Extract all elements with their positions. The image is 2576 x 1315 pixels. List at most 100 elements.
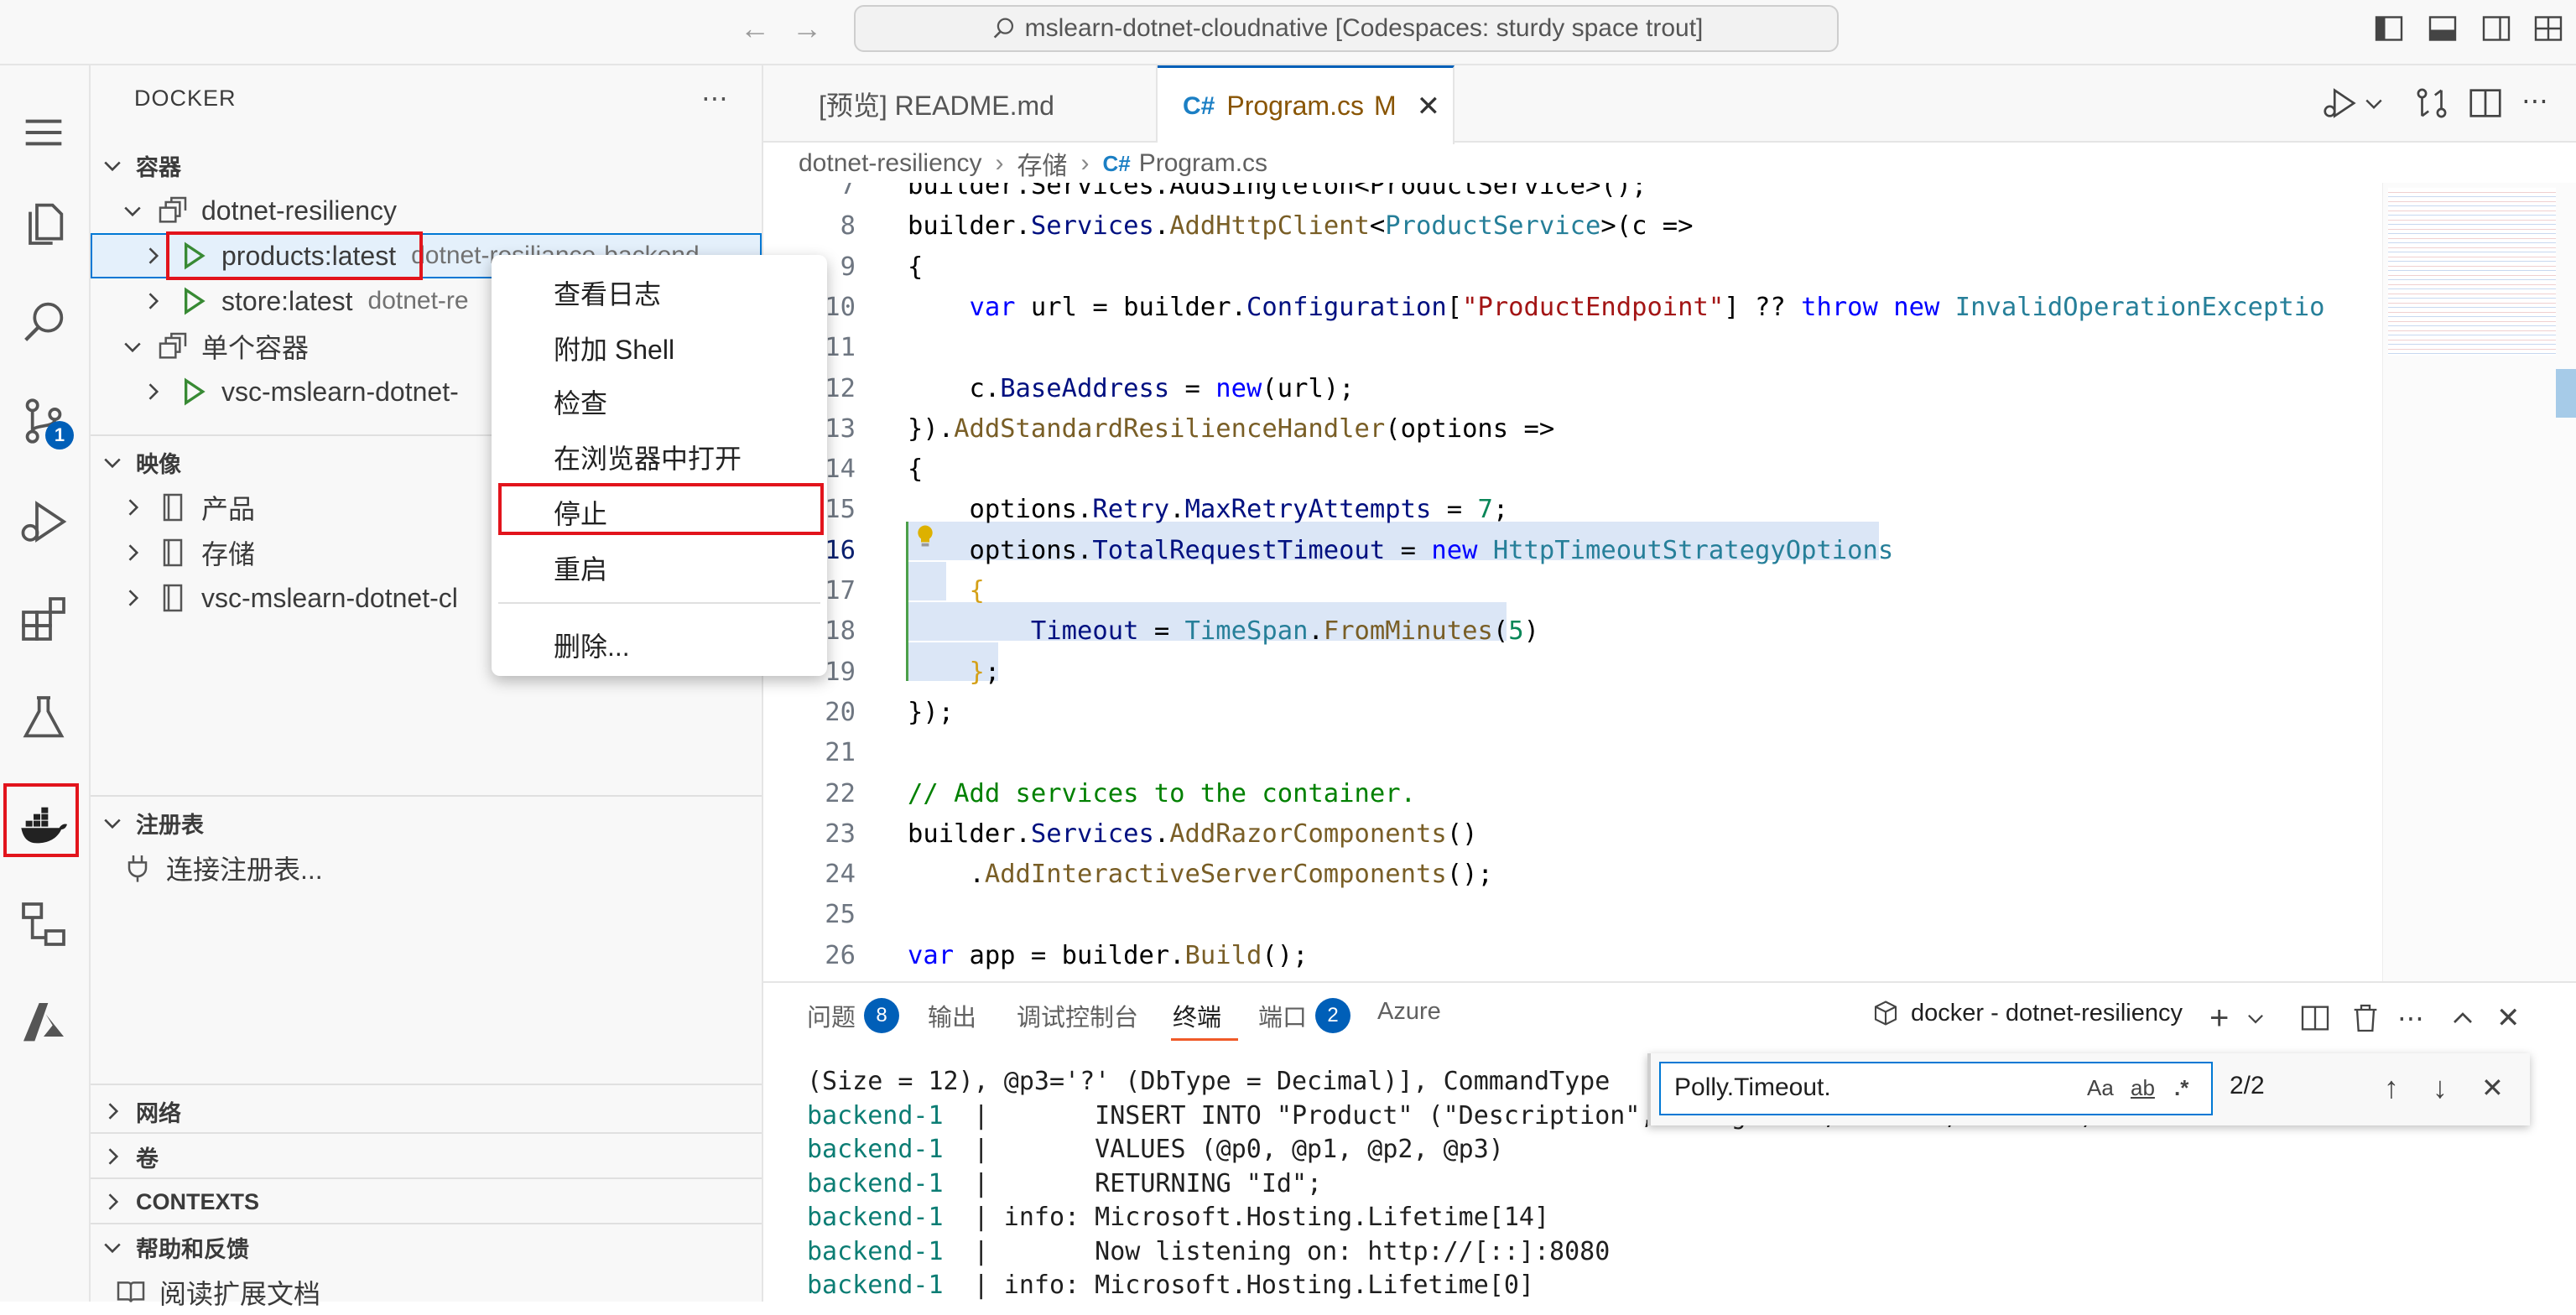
tab-problems[interactable]: 问题 8 [807,998,900,1033]
contexts-section-header[interactable]: CONTEXTS [91,1179,762,1224]
remote-explorer-icon [22,902,65,946]
tab-readme-preview[interactable]: [预览] README.md [763,65,1158,143]
line-number: 25 [825,900,856,930]
search-icon [993,18,1013,39]
volumes-section-header[interactable]: 卷 [91,1134,762,1179]
remote-explorer-button[interactable] [12,892,75,956]
match-case-toggle[interactable]: Aa [2087,1075,2114,1101]
close-tab-icon[interactable]: ✕ [1417,90,1441,123]
registries-section-header[interactable]: 注册表 [91,800,762,845]
container-cube-icon [1874,1001,1897,1026]
title-bar: ← → mslearn-dotnet-cloudnative [Codespac… [0,0,2576,65]
terminal-selector[interactable]: docker - dotnet-resiliency [1871,998,2183,1028]
code-line: builder.Services.AddHttpClient<ProductSe… [908,211,1694,242]
terminal-service-name: backend-1 [807,1135,944,1164]
customize-layout-icon[interactable] [2533,13,2563,44]
previous-match-icon[interactable]: ↑ [2384,1070,2399,1105]
minimap-content [2388,188,2556,356]
chevron-down-icon[interactable] [2362,84,2386,122]
plug-icon [127,855,148,882]
split-editor-icon[interactable] [2466,84,2505,122]
minimap-slider[interactable] [2556,369,2576,418]
close-panel-icon[interactable]: ✕ [2496,1001,2530,1035]
find-input[interactable]: Polly.Timeout. [1659,1062,2213,1115]
tab-terminal[interactable]: 终端 [1173,998,1221,1033]
tab-azure[interactable]: Azure [1377,998,1441,1026]
regex-toggle[interactable]: .* [2174,1075,2188,1101]
menu-button[interactable] [12,101,75,164]
connect-registry-item[interactable]: 连接注册表... [91,845,762,891]
forward-arrow-icon[interactable]: → [790,12,824,45]
menu-item-view-logs[interactable]: 查看日志 [554,273,661,312]
breadcrumb-item[interactable]: dotnet-resiliency [799,149,981,178]
run-debug-icon[interactable] [2320,84,2359,122]
toggle-primary-sidebar-icon[interactable] [2374,13,2404,44]
trash-icon[interactable] [2349,1001,2382,1035]
menu-item-attach-shell[interactable]: 附加 Shell [554,329,674,367]
run-debug-button[interactable] [12,490,75,554]
terminal-text: (Size = 12), @p3='?' (DbType = Decimal)]… [807,1067,1611,1096]
lightbulb-icon[interactable] [913,523,938,548]
chevron-right-icon [148,383,159,400]
chevron-down-icon[interactable] [2245,1001,2266,1035]
running-container-icon [185,287,206,315]
command-center-search[interactable]: mslearn-dotnet-cloudnative [Codespaces: … [854,5,1839,52]
book-icon [117,1281,145,1302]
tab-debug-console[interactable]: 调试控制台 [1017,998,1138,1033]
open-changes-icon[interactable] [2412,84,2451,122]
code-line: }); [908,697,955,727]
read-docs-item[interactable]: 阅读扩展文档 [91,1270,762,1315]
new-terminal-icon[interactable]: + [2209,1001,2243,1035]
next-match-icon[interactable]: ↓ [2433,1070,2448,1105]
networks-section-header[interactable]: 网络 [91,1089,762,1134]
toggle-secondary-sidebar-icon[interactable] [2481,13,2511,44]
tab-ports[interactable]: 端口 2 [1258,998,1351,1033]
split-terminal-icon[interactable] [2298,1001,2332,1035]
breadcrumb-item[interactable]: Program.cs [1139,149,1267,178]
running-container-icon [185,377,206,406]
tab-program-cs[interactable]: C# Program.cs M ✕ [1158,65,1455,144]
docker-highlight-box [3,783,79,857]
help-section-header[interactable]: 帮助和反馈 [91,1224,762,1270]
terminal-line: backend-1 | info: Microsoft.Hosting.Life… [807,1203,1549,1232]
tab-output[interactable]: 输出 [928,998,976,1033]
match-whole-word-toggle[interactable]: ab [2131,1075,2155,1101]
minimap[interactable] [2382,183,2576,981]
terminal-line: backend-1 | info: Microsoft.Hosting.Life… [807,1271,1534,1300]
csharp-file-icon: C# [1102,150,1131,176]
menu-item-remove[interactable]: 删除... [554,626,630,664]
maximize-panel-icon[interactable] [2446,1001,2480,1035]
more-actions-icon[interactable]: ⋯ [2521,84,2560,122]
breadcrumb-item[interactable]: 存储 [1017,145,1067,182]
testing-button[interactable] [12,686,75,750]
code-line: }; [969,657,1001,687]
docker-sidebar: DOCKER ⋯ 容器 dotnet-resiliency products:l… [91,65,763,1309]
chevron-right-icon [128,590,139,606]
section-divider [91,795,762,797]
back-arrow-icon[interactable]: ← [738,12,772,45]
search-button[interactable] [12,290,75,354]
code-line: }).AddStandardResilienceHandler(options … [908,413,1555,444]
close-find-icon[interactable]: ✕ [2481,1072,2504,1104]
code-editor[interactable]: 7 builder.Services.AddSingleton<ProductSe… [763,183,2382,981]
extensions-icon [22,597,65,641]
line-number: 20 [825,697,856,727]
extensions-button[interactable] [12,587,75,651]
menu-item-open-in-browser[interactable]: 在浏览器中打开 [554,438,742,476]
more-actions-icon[interactable]: ⋯ [701,82,728,114]
line-number: 22 [825,778,856,808]
menu-item-restart[interactable]: 重启 [554,548,607,587]
terminal-find-widget: Polly.Timeout. Aa ab .* 2/2 ↑ ↓ ✕ [1647,1053,2530,1125]
line-number: 21 [825,738,856,768]
menu-item-inspect[interactable]: 检查 [554,382,607,421]
flask-icon [23,696,65,738]
containers-section-header[interactable]: 容器 [91,143,762,188]
container-group-dotnet-resiliency[interactable]: dotnet-resiliency [91,188,762,233]
line-number: 7 [840,183,856,200]
source-control-button[interactable]: 1 [12,389,75,453]
more-actions-icon[interactable]: ⋯ [2397,1001,2431,1035]
code-line: builder.Services.AddRazorComponents() [908,819,1478,849]
explorer-button[interactable] [12,191,75,255]
azure-button[interactable] [12,991,75,1055]
toggle-panel-icon[interactable] [2428,13,2458,44]
